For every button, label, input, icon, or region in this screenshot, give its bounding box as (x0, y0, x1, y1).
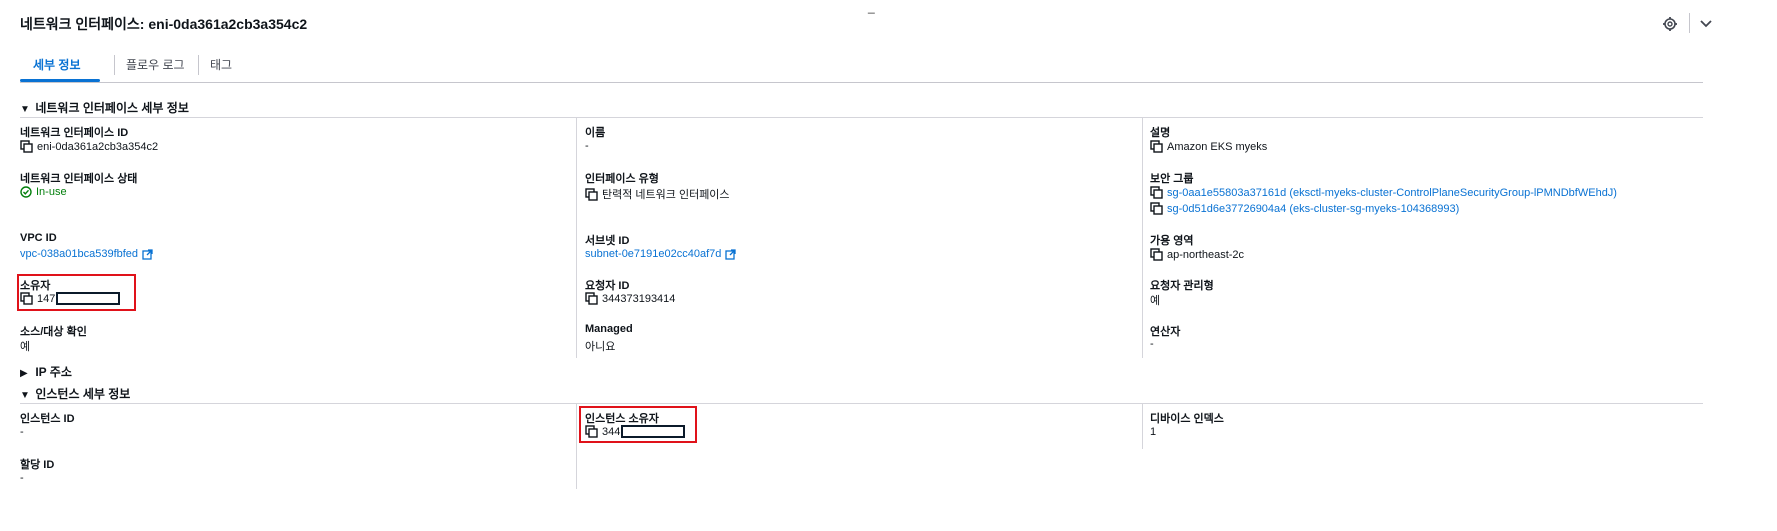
copy-icon[interactable] (20, 292, 33, 305)
tab-bar: 세부 정보 플로우 로그 태그 (20, 50, 1703, 83)
managed-value: 아니요 (585, 341, 616, 353)
security-groups-label: 보안 그룹 (1150, 173, 1194, 185)
instance-owner-label: 인스턴스 소유자 (585, 413, 659, 425)
description-label: 설명 (1150, 127, 1171, 139)
active-tab-indicator (20, 79, 100, 82)
vpc-id-link[interactable]: vpc-038a01bca539fbfed (20, 248, 138, 260)
security-group-link[interactable]: sg-0aa1e55803a37161d (eksctl-myeks-clust… (1167, 187, 1617, 199)
section-eni-details-header[interactable]: ▼ 네트워크 인터페이스 세부 정보 (20, 99, 189, 116)
instance-id-label: 인스턴스 ID (20, 413, 75, 425)
requester-managed-label: 요청자 관리형 (1150, 280, 1214, 292)
name-label: 이름 (585, 127, 606, 139)
az-value: ap-northeast-2c (1150, 248, 1244, 261)
redaction-box (621, 425, 686, 438)
tab-tags[interactable]: 태그 (210, 56, 232, 73)
status-text: In-use (36, 186, 67, 198)
column-divider (1142, 404, 1143, 449)
minimize-bar[interactable]: _ (868, 0, 875, 14)
source-dest-label: 소스/대상 확인 (20, 326, 87, 338)
section-title: 네트워크 인터페이스 세부 정보 (35, 101, 189, 115)
security-group-item: sg-0aa1e55803a37161d (eksctl-myeks-clust… (1150, 186, 1617, 199)
tab-divider (198, 55, 199, 75)
copy-icon[interactable] (1150, 186, 1163, 199)
source-dest-value: 예 (20, 341, 31, 353)
name-value: - (585, 140, 589, 152)
section-title: IP 주소 (35, 365, 72, 379)
gear-icon[interactable] (1662, 16, 1678, 32)
vpc-id-label: VPC ID (20, 232, 57, 244)
interface-type-value: 탄력적 네트워크 인터페이스 (585, 186, 730, 202)
section-divider (20, 403, 1703, 404)
requester-id-label: 요청자 ID (585, 280, 630, 292)
column-divider (576, 118, 577, 358)
device-index-label: 디바이스 인덱스 (1150, 413, 1224, 425)
eni-id-label: 네트워크 인터페이스 ID (20, 127, 129, 139)
az-text: ap-northeast-2c (1167, 248, 1245, 261)
redaction-box (56, 292, 121, 305)
column-divider (1142, 118, 1143, 358)
requester-managed-value: 예 (1150, 295, 1161, 307)
instance-id-value: - (20, 426, 24, 438)
copy-icon[interactable] (1150, 202, 1163, 215)
description-text: Amazon EKS myeks (1167, 140, 1268, 153)
instance-owner-text: 344 (602, 425, 621, 438)
external-link-icon[interactable] (142, 248, 153, 260)
subnet-id-value: subnet-0e7191e02cc40af7d (585, 248, 737, 260)
tab-details[interactable]: 세부 정보 (33, 56, 81, 73)
subnet-id-label: 서브넷 ID (585, 235, 630, 247)
interface-type-label: 인터페이스 유형 (585, 173, 659, 185)
copy-icon[interactable] (585, 425, 598, 438)
device-index-value: 1 (1150, 426, 1157, 438)
check-circle-icon (20, 186, 32, 198)
external-link-icon[interactable] (725, 248, 737, 260)
section-instance-header[interactable]: ▼ 인스턴스 세부 정보 (20, 385, 130, 402)
copy-icon[interactable] (585, 187, 598, 201)
security-group-link[interactable]: sg-0d51d6e37726904a4 (eks-cluster-sg-mye… (1167, 203, 1459, 215)
requester-id-value: 344373193414 (585, 292, 675, 305)
managed-label: Managed (585, 323, 633, 335)
tab-divider (114, 55, 115, 75)
eni-id-text: eni-0da361a2cb3a354c2 (37, 140, 159, 153)
owner-value: 147 (20, 292, 121, 305)
copy-icon[interactable] (20, 140, 33, 153)
security-group-item: sg-0d51d6e37726904a4 (eks-cluster-sg-mye… (1150, 202, 1459, 215)
copy-icon[interactable] (1150, 248, 1163, 261)
interface-type-text: 탄력적 네트워크 인터페이스 (602, 189, 730, 201)
attachment-id-label: 할당 ID (20, 459, 55, 471)
tab-flow-logs[interactable]: 플로우 로그 (126, 56, 185, 73)
caret-right-icon: ▶ (20, 368, 28, 379)
section-divider (20, 117, 1703, 118)
status-value: In-use (20, 186, 67, 198)
caret-down-icon: ▼ (20, 390, 30, 401)
attachment-id-value: - (20, 472, 24, 484)
owner-text: 147 (37, 292, 56, 305)
page-title: 네트워크 인터페이스: eni-0da361a2cb3a354c2 (20, 16, 308, 32)
copy-icon[interactable] (585, 292, 598, 305)
copy-icon[interactable] (1150, 140, 1163, 153)
chevron-down-icon[interactable] (1698, 16, 1714, 32)
status-label: 네트워크 인터페이스 상태 (20, 173, 138, 185)
operator-value: - (1150, 338, 1154, 350)
section-ip-header[interactable]: ▶ IP 주소 (20, 363, 72, 380)
section-title: 인스턴스 세부 정보 (35, 387, 131, 401)
caret-down-icon: ▼ (20, 104, 30, 115)
az-label: 가용 영역 (1150, 235, 1194, 247)
vpc-id-value: vpc-038a01bca539fbfed (20, 248, 153, 260)
operator-label: 연산자 (1150, 326, 1181, 338)
eni-id-value: eni-0da361a2cb3a354c2 (20, 140, 158, 153)
instance-owner-value: 344 (585, 425, 686, 438)
header-divider (1689, 13, 1690, 33)
subnet-id-link[interactable]: subnet-0e7191e02cc40af7d (585, 248, 721, 260)
requester-id-text: 344373193414 (602, 292, 676, 305)
description-value: Amazon EKS myeks (1150, 140, 1267, 153)
column-divider (576, 404, 577, 489)
owner-label: 소유자 (20, 280, 51, 292)
